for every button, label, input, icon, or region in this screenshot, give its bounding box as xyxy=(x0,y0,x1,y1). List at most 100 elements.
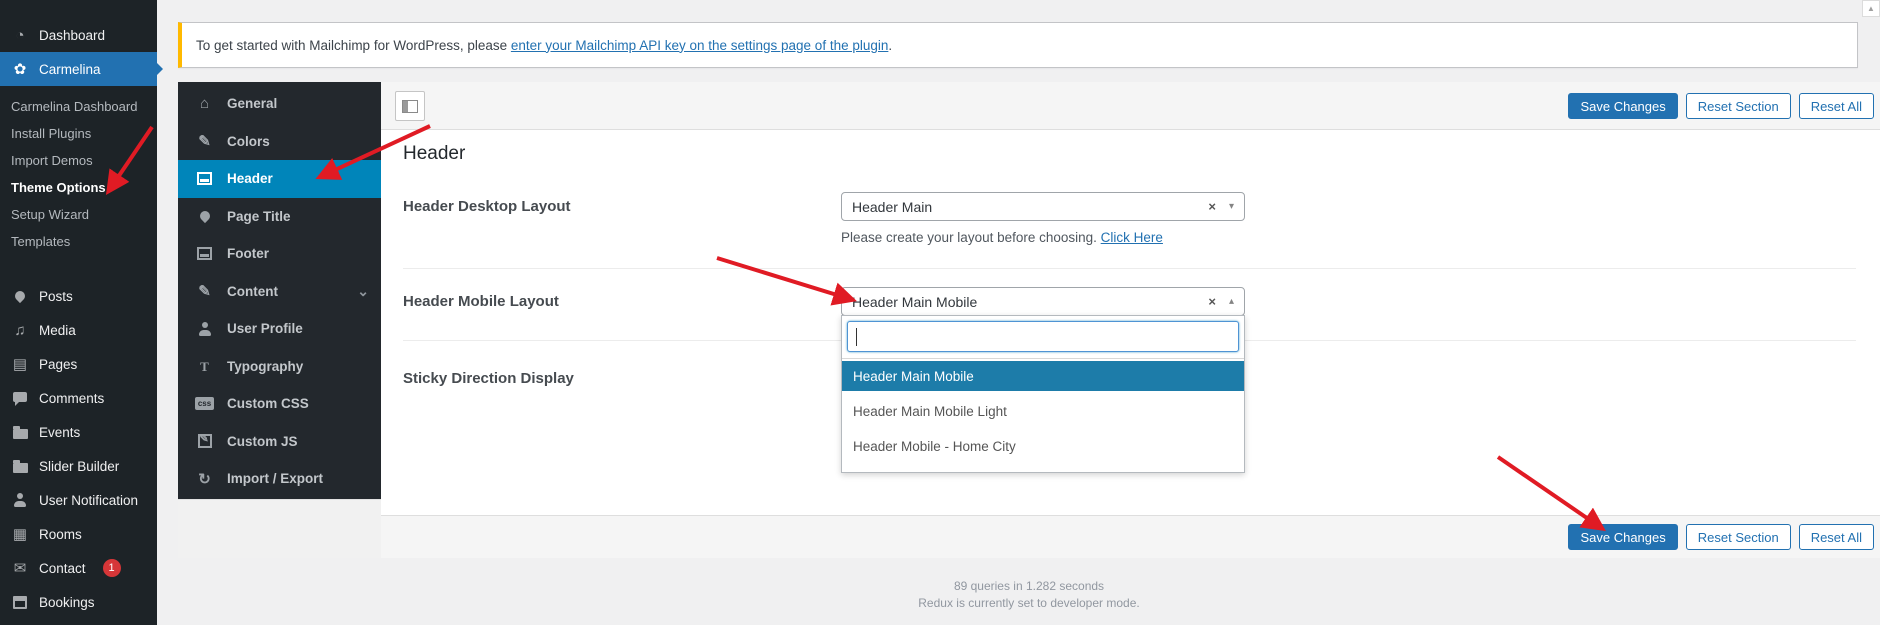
panel-bottom-bar: Save Changes Reset Section Reset All xyxy=(381,515,1880,558)
sidebar-item-dashboard[interactable]: ◔ Dashboard xyxy=(0,18,157,52)
sidebar-item-rooms[interactable]: ▦ Rooms xyxy=(0,517,157,551)
header-desktop-layout-select[interactable]: Header Main × ▾ xyxy=(841,192,1245,221)
submenu-item-theme-options[interactable]: Theme Options xyxy=(0,174,157,201)
theme-menu-item-footer[interactable]: Footer xyxy=(178,235,381,273)
select-dropdown: Header Main Mobile Header Main Mobile Li… xyxy=(841,315,1245,473)
theme-menu-label: Custom CSS xyxy=(227,396,309,411)
chevron-down-icon: ▾ xyxy=(1229,201,1234,212)
contact-count-badge: 1 xyxy=(103,559,121,577)
theme-menu-label: Header xyxy=(227,171,273,186)
layout-expand-icon xyxy=(402,100,418,113)
typography-icon xyxy=(195,358,214,375)
scrollbar-up-button[interactable]: ▲ xyxy=(1862,0,1880,17)
dropdown-option[interactable]: Header Main Mobile Light xyxy=(842,396,1244,426)
section-content: Header Header Desktop Layout Header Main… xyxy=(381,130,1880,515)
sidebar-item-events[interactable]: Events xyxy=(0,415,157,449)
submenu-item-import-demos[interactable]: Import Demos xyxy=(0,147,157,174)
sidebar-item-bookings[interactable]: Bookings xyxy=(0,585,157,619)
theme-menu-item-user-profile[interactable]: User Profile xyxy=(178,310,381,348)
sidebar-item-slider-builder[interactable]: Slider Builder xyxy=(0,449,157,483)
expand-options-button[interactable] xyxy=(395,91,425,121)
bottom-action-buttons: Save Changes Reset Section Reset All xyxy=(1568,524,1874,550)
home-icon: ⌂ xyxy=(195,95,214,112)
notice-text: To get started with Mailchimp for WordPr… xyxy=(196,38,511,53)
building-icon: ▦ xyxy=(11,525,29,543)
submenu-item-templates[interactable]: Templates xyxy=(0,228,157,255)
theme-menu-item-colors[interactable]: ✎ Colors xyxy=(178,123,381,161)
dropdown-option[interactable]: Header Main Mobile xyxy=(842,361,1244,391)
sidebar-item-comments[interactable]: Comments xyxy=(0,381,157,415)
submenu-item-install-plugins[interactable]: Install Plugins xyxy=(0,120,157,147)
field-row-header-desktop-layout: Header Desktop Layout Header Main × ▾ Pl… xyxy=(403,192,1856,245)
clear-selection-icon[interactable]: × xyxy=(1208,294,1216,309)
theme-options-menu: ⌂ General ✎ Colors Header Page Title Foo… xyxy=(178,82,381,499)
pencil-doc-icon: ✎ xyxy=(195,132,214,150)
sidebar-item-media[interactable]: ♫ Media xyxy=(0,313,157,347)
save-changes-button[interactable]: Save Changes xyxy=(1568,93,1677,119)
theme-menu-item-header[interactable]: Header xyxy=(178,160,381,198)
save-changes-button[interactable]: Save Changes xyxy=(1568,524,1677,550)
select-value: Header Main xyxy=(852,199,932,215)
mailchimp-api-key-link[interactable]: enter your Mailchimp API key on the sett… xyxy=(511,38,888,53)
submenu-item-carmelina-dashboard[interactable]: Carmelina Dashboard xyxy=(0,93,157,120)
field-label: Header Mobile Layout xyxy=(403,287,841,340)
map-pin-icon xyxy=(195,211,214,221)
envelope-icon: ✉ xyxy=(11,559,29,577)
theme-menu-item-import-export[interactable]: ↻ Import / Export xyxy=(178,460,381,498)
theme-menu-label: Custom JS xyxy=(227,434,298,449)
chevron-down-icon: ⌄ xyxy=(357,286,369,296)
screenshot-stage: ◔ Dashboard ✿ Carmelina Carmelina Dashbo… xyxy=(0,0,1880,625)
theme-menu-item-general[interactable]: ⌂ General xyxy=(178,85,381,123)
sidebar-item-label: Dashboard xyxy=(39,28,105,43)
sidebar-item-label: Events xyxy=(39,425,80,440)
theme-menu-label: Page Title xyxy=(227,209,291,224)
reset-section-button[interactable]: Reset Section xyxy=(1686,93,1791,119)
sidebar-item-posts[interactable]: Posts xyxy=(0,279,157,313)
wp-main-menu: Posts ♫ Media ▤ Pages Comments Events Sl… xyxy=(0,279,157,619)
redux-footer: 89 queries in 1.282 seconds Redux is cur… xyxy=(178,578,1880,612)
top-action-buttons: Save Changes Reset Section Reset All xyxy=(1568,93,1874,119)
theme-menu-item-custom-js[interactable]: Custom JS xyxy=(178,423,381,461)
reset-section-button[interactable]: Reset Section xyxy=(1686,524,1791,550)
submenu-item-setup-wizard[interactable]: Setup Wizard xyxy=(0,201,157,228)
person-icon xyxy=(11,493,29,507)
sidebar-item-carmelina[interactable]: ✿ Carmelina xyxy=(0,52,157,86)
select-value: Header Main Mobile xyxy=(852,294,977,310)
dev-mode-note: Redux is currently set to developer mode… xyxy=(178,595,1880,612)
mailchimp-admin-notice: To get started with Mailchimp for WordPr… xyxy=(178,22,1858,68)
person-icon xyxy=(195,322,214,336)
pencil-icon: ✎ xyxy=(195,282,214,300)
sidebar-item-pages[interactable]: ▤ Pages xyxy=(0,347,157,381)
reset-all-button[interactable]: Reset All xyxy=(1799,524,1874,550)
clear-selection-icon[interactable]: × xyxy=(1208,199,1216,214)
sidebar-item-label: Slider Builder xyxy=(39,459,119,474)
theme-menu-item-page-title[interactable]: Page Title xyxy=(178,198,381,236)
css-badge-icon xyxy=(195,397,214,410)
theme-menu-item-typography[interactable]: Typography xyxy=(178,348,381,386)
click-here-link[interactable]: Click Here xyxy=(1101,230,1163,245)
menu-column-filler xyxy=(178,499,381,558)
sync-icon: ↻ xyxy=(195,470,214,488)
field-label: Sticky Direction Display xyxy=(403,364,841,387)
header-mobile-layout-select[interactable]: Header Main Mobile × ▴ xyxy=(841,287,1245,316)
js-edit-icon xyxy=(195,434,214,448)
theme-menu-item-content[interactable]: ✎ Content ⌄ xyxy=(178,273,381,311)
sidebar-item-user-notification[interactable]: User Notification xyxy=(0,483,157,517)
dashboard-gauge-icon: ◔ xyxy=(11,27,29,44)
sidebar-item-label: Pages xyxy=(39,357,77,372)
media-icon: ♫ xyxy=(11,322,29,339)
reset-all-button[interactable]: Reset All xyxy=(1799,93,1874,119)
comment-bubble-icon xyxy=(11,395,29,402)
theme-menu-item-custom-css[interactable]: Custom CSS xyxy=(178,385,381,423)
dropdown-search-wrap xyxy=(842,316,1244,358)
sidebar-item-label: Comments xyxy=(39,391,104,406)
sidebar-item-label: Rooms xyxy=(39,527,82,542)
theme-menu-label: Colors xyxy=(227,134,270,149)
pushpin-icon xyxy=(11,291,29,301)
sidebar-item-label: Carmelina xyxy=(39,62,101,77)
dropdown-option[interactable]: Header Mobile - Home City xyxy=(842,431,1244,461)
dropdown-search-input[interactable] xyxy=(847,321,1239,352)
sidebar-item-contact[interactable]: ✉ Contact 1 xyxy=(0,551,157,585)
page-title: Header xyxy=(403,130,1856,165)
text-cursor xyxy=(856,328,857,346)
